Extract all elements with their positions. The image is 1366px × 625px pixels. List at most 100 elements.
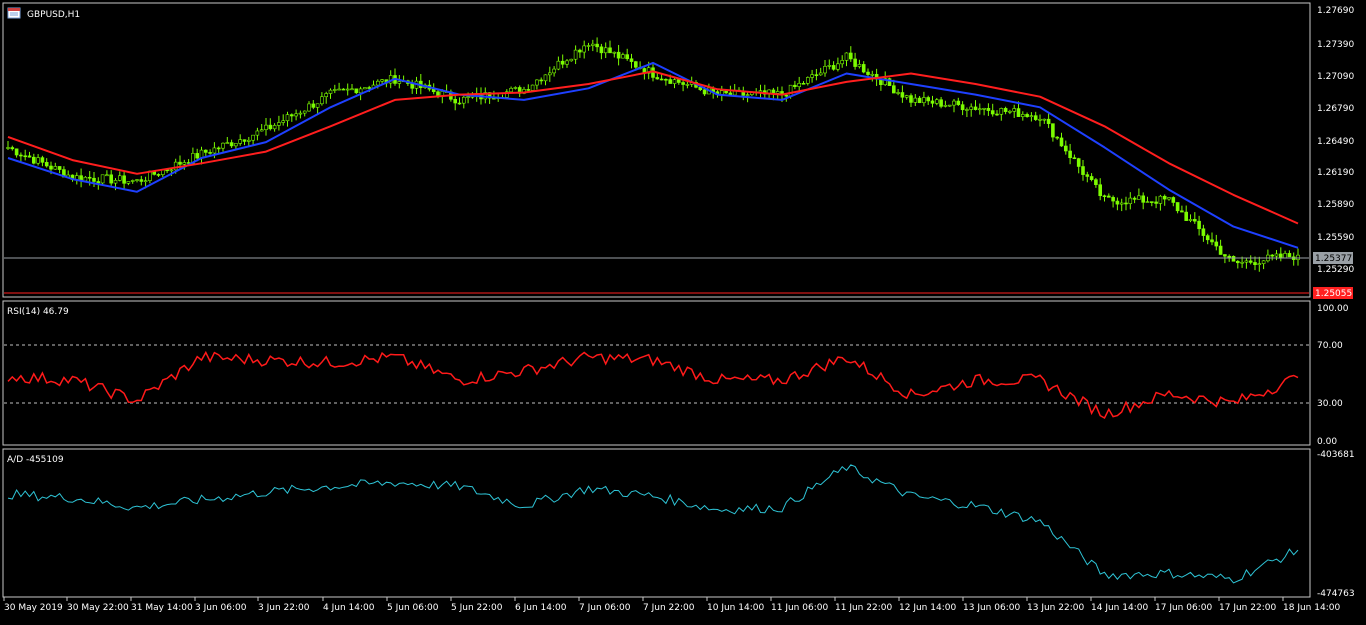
candle-body bbox=[431, 88, 436, 93]
rsi-pane[interactable] bbox=[2, 300, 1311, 446]
candle-body bbox=[461, 96, 466, 104]
candle-body bbox=[861, 64, 866, 73]
candle-body bbox=[913, 97, 918, 103]
candle-body bbox=[10, 147, 15, 150]
candle-body bbox=[621, 54, 625, 59]
candle-body bbox=[268, 124, 273, 130]
candle-body bbox=[307, 103, 311, 112]
candle-body bbox=[1201, 228, 1206, 236]
svg-text:1.25055: 1.25055 bbox=[1315, 289, 1352, 299]
candle-body bbox=[225, 142, 230, 144]
candle-body bbox=[758, 90, 763, 93]
candle-body bbox=[1236, 260, 1240, 264]
candle-body bbox=[156, 174, 161, 176]
candle-body bbox=[1205, 235, 1210, 241]
price-tick: 1.26190 bbox=[1317, 168, 1354, 178]
chart-canvas[interactable]: GBPUSD,H1 RSI(14) 46.79 A/D -455109 1.27… bbox=[0, 0, 1366, 622]
candle-body bbox=[1085, 174, 1090, 177]
candle-body bbox=[139, 179, 144, 182]
main-price-pane[interactable] bbox=[2, 2, 1311, 298]
candle-body bbox=[547, 72, 552, 76]
candle-body bbox=[827, 65, 832, 67]
ad-level-label: -403681 bbox=[1317, 450, 1355, 460]
candle-body bbox=[848, 52, 853, 60]
candle-body bbox=[255, 130, 260, 136]
candle-body bbox=[169, 169, 174, 172]
candle-body bbox=[350, 88, 354, 91]
candle-body bbox=[264, 124, 268, 130]
time-tick: 10 Jun 14:00 bbox=[707, 603, 764, 613]
candle-body bbox=[1253, 262, 1257, 266]
candle-body bbox=[1059, 137, 1064, 147]
rsi-level-label: 0.00 bbox=[1317, 437, 1337, 447]
candle-body bbox=[44, 162, 49, 167]
candle-body bbox=[608, 47, 612, 54]
candle-body bbox=[853, 58, 857, 67]
candle-body bbox=[100, 174, 105, 184]
price-tick: 1.25590 bbox=[1317, 233, 1354, 243]
rsi-level-label: 70.00 bbox=[1317, 341, 1343, 351]
candle-body bbox=[836, 63, 840, 70]
candle-body bbox=[681, 82, 685, 85]
candle-body bbox=[1240, 261, 1244, 264]
time-tick: 17 Jun 06:00 bbox=[1155, 603, 1212, 613]
candle-body bbox=[1025, 114, 1029, 117]
candle-body bbox=[1197, 220, 1201, 230]
time-tick: 3 Jun 06:00 bbox=[195, 603, 247, 613]
candle-body bbox=[1270, 254, 1274, 257]
candle-body bbox=[345, 88, 350, 91]
candle-body bbox=[1287, 253, 1292, 258]
candle-body bbox=[973, 106, 978, 110]
terminal-chart-window: GBPUSD,H1 RSI(14) 46.79 A/D -455109 1.27… bbox=[0, 0, 1366, 622]
candle-body bbox=[6, 147, 10, 149]
candle-body bbox=[986, 108, 991, 111]
candle-body bbox=[965, 109, 969, 111]
candle-body bbox=[19, 154, 23, 157]
time-tick: 14 Jun 14:00 bbox=[1091, 603, 1148, 613]
candle-body bbox=[702, 89, 707, 95]
candle-body bbox=[943, 105, 948, 107]
candle-body bbox=[397, 81, 402, 84]
candle-body bbox=[543, 74, 548, 82]
candle-body bbox=[1098, 184, 1102, 197]
candle-body bbox=[805, 77, 810, 84]
svg-text:1.25377: 1.25377 bbox=[1315, 254, 1352, 264]
symbol-title: GBPUSD,H1 bbox=[27, 10, 80, 20]
candle-body bbox=[866, 71, 870, 75]
candle-body bbox=[999, 108, 1004, 115]
candle-body bbox=[539, 79, 544, 82]
time-tick: 30 May 22:00 bbox=[67, 603, 129, 613]
candle-body bbox=[977, 108, 982, 111]
candle-body bbox=[328, 89, 333, 94]
time-axis[interactable]: 30 May 2019 30 May 22:00 31 May 14:00 3 Jun… bbox=[3, 597, 1340, 613]
rsi-level-label: 100.00 bbox=[1317, 304, 1349, 314]
candle-body bbox=[1231, 255, 1236, 262]
candle-body bbox=[1072, 157, 1077, 160]
candle-body bbox=[367, 87, 372, 89]
candle-body bbox=[212, 147, 217, 154]
candle-body bbox=[130, 180, 135, 182]
candle-body bbox=[672, 79, 677, 84]
candle-body bbox=[1261, 260, 1266, 264]
candle-body bbox=[259, 129, 264, 132]
candle-body bbox=[939, 99, 943, 107]
candle-body bbox=[96, 181, 101, 184]
candle-body bbox=[289, 114, 294, 117]
price-tick: 1.25890 bbox=[1317, 200, 1354, 210]
candle-body bbox=[535, 79, 539, 86]
candle-body bbox=[664, 78, 668, 81]
candle-body bbox=[208, 152, 212, 154]
candle-body bbox=[969, 106, 974, 110]
price-axis[interactable]: 1.27690 1.27390 1.27090 1.26790 1.26490 … bbox=[1317, 6, 1354, 275]
candle-body bbox=[922, 97, 926, 104]
candle-body bbox=[1218, 245, 1223, 255]
candle-body bbox=[49, 165, 53, 170]
candle-body bbox=[1102, 195, 1107, 198]
candle-body bbox=[277, 122, 281, 126]
price-tick: 1.26790 bbox=[1317, 104, 1354, 114]
time-tick: 3 Jun 22:00 bbox=[258, 603, 310, 613]
candle-body bbox=[122, 175, 126, 184]
candle-body bbox=[221, 142, 225, 149]
candle-body bbox=[1167, 197, 1171, 200]
candle-body bbox=[1012, 108, 1017, 112]
